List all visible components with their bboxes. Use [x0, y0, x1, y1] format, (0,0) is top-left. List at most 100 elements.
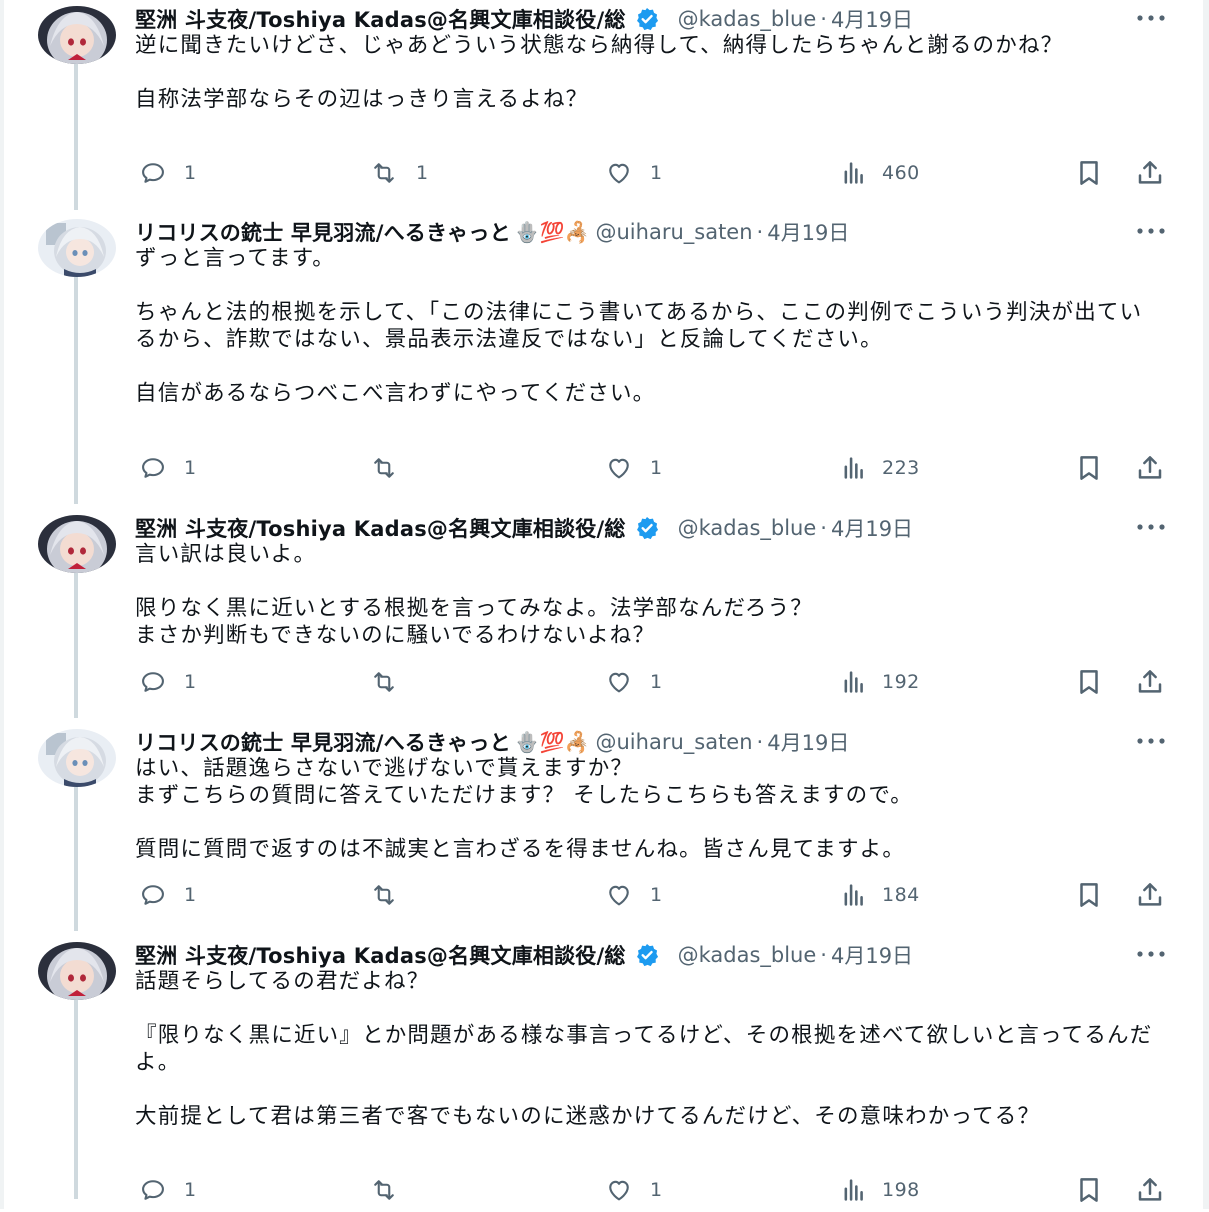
- bookmark-button[interactable]: [1074, 155, 1118, 191]
- more-icon[interactable]: [1135, 217, 1167, 245]
- username-handle[interactable]: @kadas_blue: [678, 516, 817, 540]
- views-icon: [840, 159, 882, 187]
- like-count: 1: [650, 1179, 663, 1201]
- like-button[interactable]: 1: [602, 155, 663, 191]
- retweet-icon: [366, 454, 416, 482]
- tweet-paragraph: 言い訳は良いよ。: [135, 542, 317, 567]
- verified-badge-icon: [626, 6, 668, 32]
- more-icon[interactable]: [1135, 940, 1167, 968]
- verified-badge-icon: [626, 515, 668, 541]
- like-button[interactable]: 1: [602, 1172, 663, 1208]
- verified-badge-icon: [626, 942, 668, 968]
- tweet-date[interactable]: 4月19日: [831, 513, 913, 543]
- anime-avatar-icon: [38, 729, 116, 787]
- views-button[interactable]: 198: [840, 1172, 920, 1208]
- share-icon: [1134, 453, 1180, 483]
- share-button[interactable]: [1134, 664, 1180, 700]
- retweet-button[interactable]: [366, 877, 416, 913]
- like-count: 1: [650, 884, 663, 906]
- bookmark-icon: [1074, 667, 1118, 697]
- like-count: 1: [650, 457, 663, 479]
- retweet-button[interactable]: 1: [366, 155, 429, 191]
- username-handle[interactable]: @uiharu_saten: [596, 730, 753, 754]
- tweet-actions: 1 1 223: [0, 450, 1209, 486]
- reply-button[interactable]: 1: [136, 664, 197, 700]
- retweet-button[interactable]: [366, 664, 416, 700]
- display-name[interactable]: 堅洲 斗支夜/Toshiya Kadas@名興文庫相談役/総: [135, 940, 626, 970]
- tweet-text: 話題そらしてるの君だよね？ 『限りなく黒に近い』とか問題がある様な事言ってるけど、…: [135, 968, 1155, 1130]
- retweet-count: 1: [416, 162, 429, 184]
- username-handle[interactable]: @uiharu_saten: [596, 220, 753, 244]
- avatar[interactable]: [38, 6, 116, 64]
- retweet-button[interactable]: [366, 450, 416, 486]
- dot-separator: ·: [756, 220, 764, 244]
- like-icon: [602, 881, 650, 909]
- views-icon: [840, 668, 882, 696]
- tweet-text: ずっと言ってます。 ちゃんと法的根拠を示して、「この法律にこう書いてあるから、ここ…: [135, 245, 1155, 407]
- share-button[interactable]: [1134, 877, 1180, 913]
- bookmark-button[interactable]: [1074, 450, 1118, 486]
- like-button[interactable]: 1: [602, 877, 663, 913]
- username-handle[interactable]: @kadas_blue: [678, 943, 817, 967]
- avatar[interactable]: [38, 515, 116, 573]
- views-count: 198: [882, 1179, 920, 1201]
- username-handle[interactable]: @kadas_blue: [678, 7, 817, 31]
- bookmark-icon: [1074, 1175, 1118, 1205]
- tweet-paragraph: 話題そらしてるの君だよね？: [135, 969, 430, 994]
- tweet-paragraph: 逆に聞きたいけどさ、じゃあどういう状態なら納得して、納得したらちゃんと謝るのかね…: [135, 33, 1064, 58]
- tweet-paragraph: はい、話題逸らさないで逃げないで貰えますか？ まずこちらの質問に答えていただけます…: [135, 756, 913, 808]
- bookmark-icon: [1074, 158, 1118, 188]
- display-name[interactable]: 堅洲 斗支夜/Toshiya Kadas@名興文庫相談役/総: [135, 4, 626, 34]
- views-button[interactable]: 184: [840, 877, 920, 913]
- tweet-date[interactable]: 4月19日: [831, 4, 913, 34]
- tweet-header: リコリスの銃士 早見羽流/へるきゃっと 🪬💯🦂 @uiharu_saten · 4月19…: [135, 215, 1175, 249]
- retweet-icon: [366, 159, 416, 187]
- share-icon: [1134, 1175, 1180, 1205]
- display-name[interactable]: リコリスの銃士 早見羽流/へるきゃっと: [135, 727, 511, 757]
- tweet-date[interactable]: 4月19日: [831, 940, 913, 970]
- share-button[interactable]: [1134, 450, 1180, 486]
- views-count: 460: [882, 162, 920, 184]
- reply-button[interactable]: 1: [136, 1172, 197, 1208]
- reply-button[interactable]: 1: [136, 877, 197, 913]
- display-name[interactable]: リコリスの銃士 早見羽流/へるきゃっと: [135, 217, 511, 247]
- tweet: 堅洲 斗支夜/Toshiya Kadas@名興文庫相談役/総 @kadas_blu…: [0, 2, 1209, 195]
- share-button[interactable]: [1134, 1172, 1180, 1208]
- like-button[interactable]: 1: [602, 664, 663, 700]
- like-button[interactable]: 1: [602, 450, 663, 486]
- views-button[interactable]: 223: [840, 450, 920, 486]
- bookmark-button[interactable]: [1074, 664, 1118, 700]
- tweet-text: 逆に聞きたいけどさ、じゃあどういう状態なら納得して、納得したらちゃんと謝るのかね…: [135, 32, 1155, 113]
- tweet-date[interactable]: 4月19日: [767, 727, 849, 757]
- avatar[interactable]: [38, 942, 116, 1000]
- tweet-paragraph: 『限りなく黒に近い』とか問題がある様な事言ってるけど、その根拠を述べて欲しいと言…: [135, 1023, 1153, 1075]
- avatar[interactable]: [38, 219, 116, 277]
- anime-avatar-icon: [38, 515, 116, 573]
- tweet-header: リコリスの銃士 早見羽流/へるきゃっと 🪬💯🦂 @uiharu_saten · 4月19…: [135, 725, 1175, 759]
- reply-icon: [136, 668, 184, 696]
- tweet: リコリスの銃士 早見羽流/へるきゃっと 🪬💯🦂 @uiharu_saten · 4月19…: [0, 725, 1209, 917]
- retweet-button[interactable]: [366, 1172, 416, 1208]
- views-button[interactable]: 192: [840, 664, 920, 700]
- retweet-icon: [366, 668, 416, 696]
- like-count: 1: [650, 671, 663, 693]
- display-name[interactable]: 堅洲 斗支夜/Toshiya Kadas@名興文庫相談役/総: [135, 513, 626, 543]
- bookmark-icon: [1074, 453, 1118, 483]
- tweet: 堅洲 斗支夜/Toshiya Kadas@名興文庫相談役/総 @kadas_blu…: [0, 511, 1209, 704]
- tweet-header: 堅洲 斗支夜/Toshiya Kadas@名興文庫相談役/総 @kadas_blu…: [135, 2, 1175, 36]
- reply-button[interactable]: 1: [136, 155, 197, 191]
- more-icon[interactable]: [1135, 513, 1167, 541]
- views-icon: [840, 1176, 882, 1204]
- reply-button[interactable]: 1: [136, 450, 197, 486]
- views-button[interactable]: 460: [840, 155, 920, 191]
- bookmark-button[interactable]: [1074, 1172, 1118, 1208]
- reply-count: 1: [184, 884, 197, 906]
- share-button[interactable]: [1134, 155, 1180, 191]
- more-icon[interactable]: [1135, 4, 1167, 32]
- bookmark-button[interactable]: [1074, 877, 1118, 913]
- tweet-date[interactable]: 4月19日: [767, 217, 849, 247]
- reply-icon: [136, 454, 184, 482]
- avatar[interactable]: [38, 729, 116, 787]
- tweet-paragraph: 大前提として君は第三者で客でもないのに迷惑かけてるんだけど、その意味わかってる？: [135, 1104, 1041, 1129]
- more-icon[interactable]: [1135, 727, 1167, 755]
